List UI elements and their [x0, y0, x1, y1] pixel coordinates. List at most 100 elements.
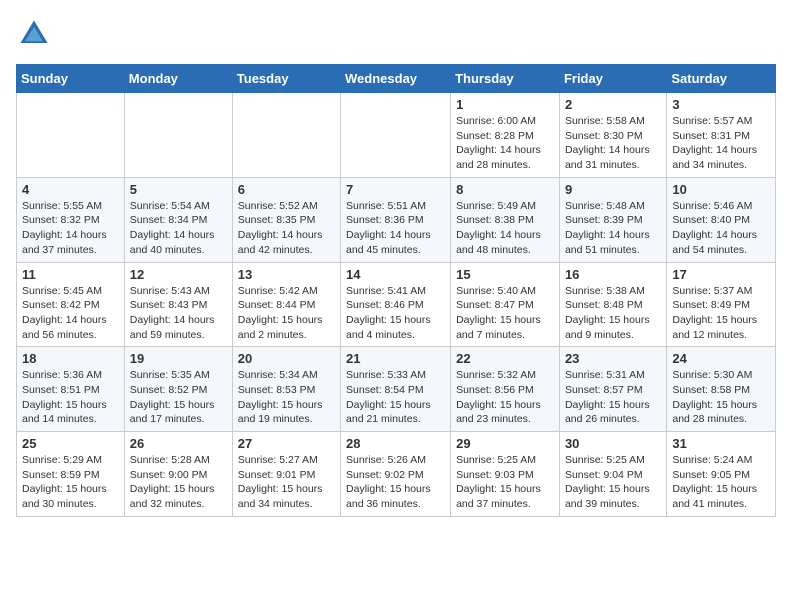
calendar-cell: 3 Sunrise: 5:57 AM Sunset: 8:31 PM Daylig…: [667, 93, 776, 178]
calendar-cell: 6Sunrise: 5:52 AM Sunset: 8:35 PM Daylig…: [232, 177, 340, 262]
day-info: Sunrise: 5:51 AM Sunset: 8:36 PM Dayligh…: [346, 199, 445, 258]
day-info: Sunrise: 5:38 AM Sunset: 8:48 PM Dayligh…: [565, 284, 661, 343]
day-number: 16: [565, 267, 661, 282]
weekday-header-saturday: Saturday: [667, 65, 776, 93]
calendar-cell: 20 Sunrise: 5:34 AM Sunset: 8:53 PM Dayli…: [232, 347, 340, 432]
weekday-header-thursday: Thursday: [451, 65, 560, 93]
day-number: 31: [672, 436, 770, 451]
weekday-header-sunday: Sunday: [17, 65, 125, 93]
day-info: Sunrise: 5:54 AM Sunset: 8:34 PM Dayligh…: [130, 199, 227, 258]
weekday-header-wednesday: Wednesday: [341, 65, 451, 93]
day-number: 2: [565, 97, 661, 112]
day-info: Sunrise: 5:29 AM Sunset: 8:59 PM Dayligh…: [22, 453, 119, 512]
day-info: Sunrise: 6:00 AM Sunset: 8:28 PM Dayligh…: [456, 114, 554, 173]
calendar-cell: 26 Sunrise: 5:28 AM Sunset: 9:00 PM Dayli…: [124, 432, 232, 517]
day-number: 27: [238, 436, 335, 451]
calendar-cell: 23 Sunrise: 5:31 AM Sunset: 8:57 PM Dayli…: [559, 347, 666, 432]
calendar-cell: [232, 93, 340, 178]
calendar-week-3: 11Sunrise: 5:45 AM Sunset: 8:42 PM Dayli…: [17, 262, 776, 347]
day-info: Sunrise: 5:37 AM Sunset: 8:49 PM Dayligh…: [672, 284, 770, 343]
day-number: 3: [672, 97, 770, 112]
calendar-week-2: 4Sunrise: 5:55 AM Sunset: 8:32 PM Daylig…: [17, 177, 776, 262]
day-number: 12: [130, 267, 227, 282]
day-info: Sunrise: 5:32 AM Sunset: 8:56 PM Dayligh…: [456, 368, 554, 427]
calendar-cell: 28 Sunrise: 5:26 AM Sunset: 9:02 PM Dayli…: [341, 432, 451, 517]
calendar-cell: 25 Sunrise: 5:29 AM Sunset: 8:59 PM Dayli…: [17, 432, 125, 517]
day-number: 29: [456, 436, 554, 451]
calendar-cell: 22 Sunrise: 5:32 AM Sunset: 8:56 PM Dayli…: [451, 347, 560, 432]
calendar-cell: 4Sunrise: 5:55 AM Sunset: 8:32 PM Daylig…: [17, 177, 125, 262]
day-number: 23: [565, 351, 661, 366]
weekday-header-friday: Friday: [559, 65, 666, 93]
calendar-cell: 15 Sunrise: 5:40 AM Sunset: 8:47 PM Dayli…: [451, 262, 560, 347]
day-number: 20: [238, 351, 335, 366]
calendar-cell: [124, 93, 232, 178]
day-info: Sunrise: 5:46 AM Sunset: 8:40 PM Dayligh…: [672, 199, 770, 258]
calendar-week-4: 18Sunrise: 5:36 AM Sunset: 8:51 PM Dayli…: [17, 347, 776, 432]
day-number: 25: [22, 436, 119, 451]
weekday-header-tuesday: Tuesday: [232, 65, 340, 93]
day-number: 18: [22, 351, 119, 366]
day-info: Sunrise: 5:25 AM Sunset: 9:03 PM Dayligh…: [456, 453, 554, 512]
calendar-cell: 14 Sunrise: 5:41 AM Sunset: 8:46 PM Dayli…: [341, 262, 451, 347]
logo-icon: [16, 16, 52, 52]
day-number: 14: [346, 267, 445, 282]
calendar-cell: 10 Sunrise: 5:46 AM Sunset: 8:40 PM Dayli…: [667, 177, 776, 262]
day-number: 26: [130, 436, 227, 451]
day-info: Sunrise: 5:40 AM Sunset: 8:47 PM Dayligh…: [456, 284, 554, 343]
weekday-header-monday: Monday: [124, 65, 232, 93]
day-info: Sunrise: 5:57 AM Sunset: 8:31 PM Dayligh…: [672, 114, 770, 173]
calendar-cell: 18Sunrise: 5:36 AM Sunset: 8:51 PM Dayli…: [17, 347, 125, 432]
day-info: Sunrise: 5:33 AM Sunset: 8:54 PM Dayligh…: [346, 368, 445, 427]
calendar-cell: 24Sunrise: 5:30 AM Sunset: 8:58 PM Dayli…: [667, 347, 776, 432]
day-number: 30: [565, 436, 661, 451]
day-info: Sunrise: 5:26 AM Sunset: 9:02 PM Dayligh…: [346, 453, 445, 512]
day-info: Sunrise: 5:42 AM Sunset: 8:44 PM Dayligh…: [238, 284, 335, 343]
calendar-week-5: 25 Sunrise: 5:29 AM Sunset: 8:59 PM Dayli…: [17, 432, 776, 517]
logo: [16, 16, 56, 52]
calendar-cell: 30Sunrise: 5:25 AM Sunset: 9:04 PM Dayli…: [559, 432, 666, 517]
day-info: Sunrise: 5:27 AM Sunset: 9:01 PM Dayligh…: [238, 453, 335, 512]
calendar-cell: 29 Sunrise: 5:25 AM Sunset: 9:03 PM Dayli…: [451, 432, 560, 517]
calendar-cell: 13 Sunrise: 5:42 AM Sunset: 8:44 PM Dayli…: [232, 262, 340, 347]
calendar-cell: 31 Sunrise: 5:24 AM Sunset: 9:05 PM Dayli…: [667, 432, 776, 517]
calendar-week-1: 1 Sunrise: 6:00 AM Sunset: 8:28 PM Daylig…: [17, 93, 776, 178]
calendar-cell: 5 Sunrise: 5:54 AM Sunset: 8:34 PM Daylig…: [124, 177, 232, 262]
weekday-header-row: SundayMondayTuesdayWednesdayThursdayFrid…: [17, 65, 776, 93]
day-info: Sunrise: 5:31 AM Sunset: 8:57 PM Dayligh…: [565, 368, 661, 427]
day-info: Sunrise: 5:48 AM Sunset: 8:39 PM Dayligh…: [565, 199, 661, 258]
day-info: Sunrise: 5:41 AM Sunset: 8:46 PM Dayligh…: [346, 284, 445, 343]
day-number: 10: [672, 182, 770, 197]
calendar-cell: 12 Sunrise: 5:43 AM Sunset: 8:43 PM Dayli…: [124, 262, 232, 347]
day-info: Sunrise: 5:34 AM Sunset: 8:53 PM Dayligh…: [238, 368, 335, 427]
calendar-cell: [17, 93, 125, 178]
day-info: Sunrise: 5:43 AM Sunset: 8:43 PM Dayligh…: [130, 284, 227, 343]
day-number: 13: [238, 267, 335, 282]
day-number: 8: [456, 182, 554, 197]
calendar-cell: 11Sunrise: 5:45 AM Sunset: 8:42 PM Dayli…: [17, 262, 125, 347]
day-number: 22: [456, 351, 554, 366]
calendar-cell: 8 Sunrise: 5:49 AM Sunset: 8:38 PM Daylig…: [451, 177, 560, 262]
day-info: Sunrise: 5:28 AM Sunset: 9:00 PM Dayligh…: [130, 453, 227, 512]
calendar-cell: 21 Sunrise: 5:33 AM Sunset: 8:54 PM Dayli…: [341, 347, 451, 432]
day-number: 17: [672, 267, 770, 282]
day-number: 1: [456, 97, 554, 112]
day-number: 9: [565, 182, 661, 197]
calendar-cell: 27 Sunrise: 5:27 AM Sunset: 9:01 PM Dayli…: [232, 432, 340, 517]
day-number: 15: [456, 267, 554, 282]
day-info: Sunrise: 5:35 AM Sunset: 8:52 PM Dayligh…: [130, 368, 227, 427]
day-info: Sunrise: 5:24 AM Sunset: 9:05 PM Dayligh…: [672, 453, 770, 512]
page-header: [16, 16, 776, 52]
calendar-table: SundayMondayTuesdayWednesdayThursdayFrid…: [16, 64, 776, 517]
day-number: 11: [22, 267, 119, 282]
day-info: Sunrise: 5:30 AM Sunset: 8:58 PM Dayligh…: [672, 368, 770, 427]
day-number: 4: [22, 182, 119, 197]
day-info: Sunrise: 5:52 AM Sunset: 8:35 PM Dayligh…: [238, 199, 335, 258]
calendar-cell: 16 Sunrise: 5:38 AM Sunset: 8:48 PM Dayli…: [559, 262, 666, 347]
calendar-cell: 17 Sunrise: 5:37 AM Sunset: 8:49 PM Dayli…: [667, 262, 776, 347]
day-number: 5: [130, 182, 227, 197]
calendar-cell: 7Sunrise: 5:51 AM Sunset: 8:36 PM Daylig…: [341, 177, 451, 262]
day-info: Sunrise: 5:49 AM Sunset: 8:38 PM Dayligh…: [456, 199, 554, 258]
day-number: 21: [346, 351, 445, 366]
day-number: 28: [346, 436, 445, 451]
